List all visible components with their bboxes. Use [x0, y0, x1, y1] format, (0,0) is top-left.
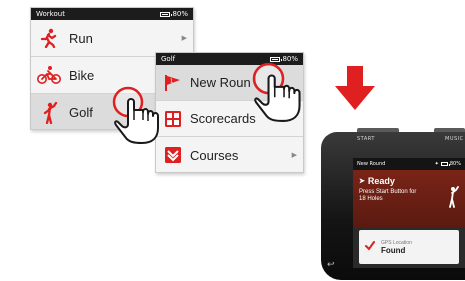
back-icon[interactable]: ↩	[327, 259, 335, 270]
gps-value: Found	[381, 245, 406, 255]
tap-hand-icon	[112, 84, 172, 149]
checkmark-icon	[365, 238, 375, 256]
cyclist-icon	[37, 64, 61, 86]
battery-icon	[440, 162, 450, 166]
golfer-icon	[37, 101, 61, 124]
tap-hand-icon	[252, 60, 314, 127]
menu-item-courses[interactable]: Courses ▶	[156, 137, 303, 172]
battery-icon	[160, 11, 173, 17]
ready-panel: ➤ Ready Press Start Button for 18 Holes	[353, 170, 465, 228]
runner-icon	[37, 27, 61, 49]
start-label: START	[357, 136, 375, 142]
menu-item-label: Golf	[69, 105, 93, 120]
satellite-icon: ✦	[434, 161, 439, 167]
screen-battery-percent: 80%	[449, 161, 461, 167]
gps-device: START MUSIC New Round ✦ 80% ➤ Ready Pres…	[321, 120, 465, 280]
menu-item-label: Run	[69, 30, 93, 46]
arrow-down-icon	[335, 66, 375, 115]
menu-item-label: Courses	[190, 147, 239, 163]
battery-indicator: 80%	[160, 8, 188, 20]
screen-battery: ✦ 80%	[435, 161, 461, 167]
ready-message: Press Start Button for 18 Holes	[359, 189, 417, 202]
golf-menu-title: Golf	[161, 55, 176, 63]
workout-menu-title: Workout	[36, 10, 65, 18]
ready-heading: ➤ Ready	[359, 176, 395, 186]
menu-item-label: New Roun	[190, 75, 251, 90]
menu-item-label: Bike	[69, 67, 95, 83]
golfer-icon	[447, 186, 459, 213]
menu-item-label: Scorecards	[190, 111, 256, 126]
screen-title: New Round	[357, 161, 386, 167]
chevron-right-icon: ▶	[181, 35, 187, 42]
gps-label: GPS Location	[381, 239, 412, 246]
workout-status-bar: Workout 80%	[31, 8, 193, 20]
chevron-right-icon: ▶	[291, 152, 297, 159]
arrow-right-icon: ➤	[359, 178, 365, 185]
gps-status-card: GPS Location Found	[359, 230, 459, 264]
music-label: MUSIC	[445, 136, 464, 142]
screen-status-bar: New Round ✦ 80%	[353, 158, 465, 170]
battery-percent: 80%	[172, 10, 188, 18]
device-screen: New Round ✦ 80% ➤ Ready Press Start Butt…	[353, 158, 465, 268]
